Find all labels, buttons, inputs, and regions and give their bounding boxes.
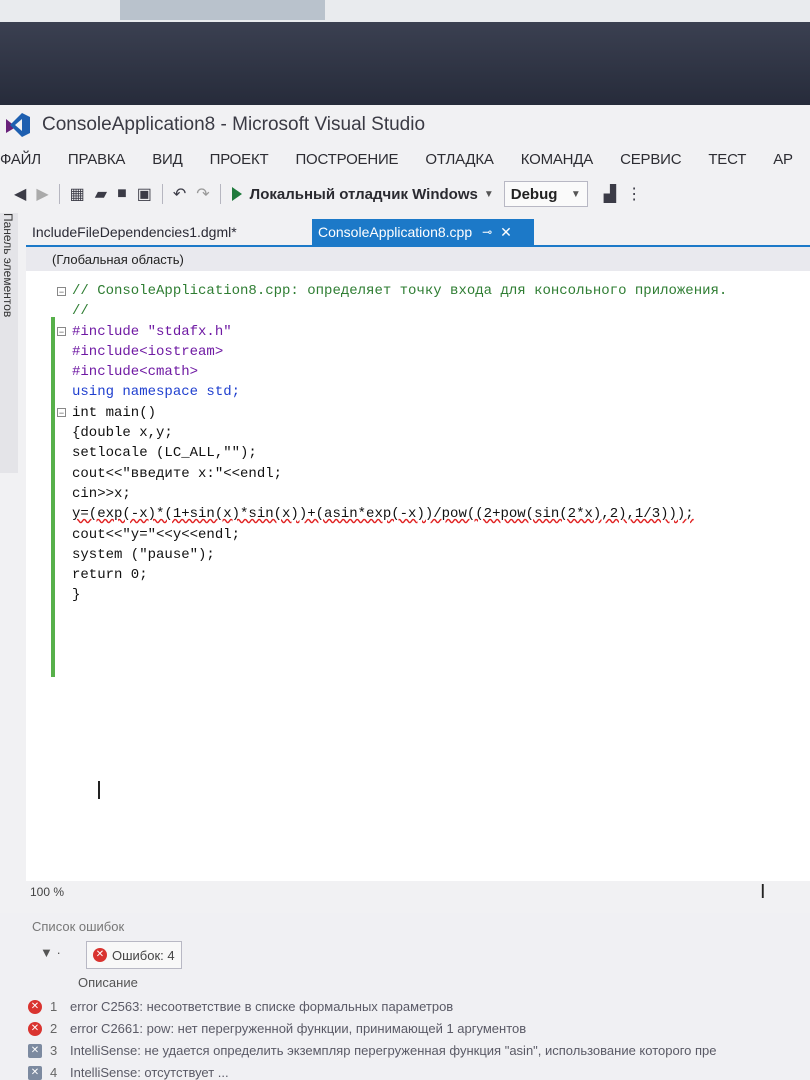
code-line: setlocale (LC_ALL,""); [72,445,257,462]
error-row[interactable]: ✕ 2 error C2661: pow: нет перегруженной … [28,1021,526,1036]
toolbar-overflow-icon[interactable]: ⋮ [626,184,642,204]
start-debugging-button[interactable]: Локальный отладчик Windows ▼ [231,185,494,203]
code-line: } [72,587,81,604]
fold-toggle-icon[interactable]: − [57,408,66,418]
error-list-panel: Список ошибок ▼ · ✕ Ошибок: 4 Описание ✕… [0,913,810,1080]
title-bar: ConsoleApplication8 - Microsoft Visual S… [0,105,810,145]
error-description: error C2563: несоответствие в списке фор… [70,999,454,1014]
navigation-bar: (Глобальная область) [26,247,810,271]
menu-view[interactable]: ВИД [152,151,183,168]
open-file-icon[interactable]: ▰ [95,184,107,204]
photo-window-reflection [120,0,325,20]
configuration-value: Debug [510,185,558,203]
row-number: 2 [50,1021,58,1036]
tab-label: ConsoleApplication8.cpp [318,224,473,240]
code-line: system ("pause"); [72,546,215,563]
monitor-bezel [0,22,810,110]
code-line: int main() [72,404,157,421]
menu-debug[interactable]: ОТЛАДКА [425,151,494,168]
code-line: cout<<"введите x:"<<endl; [72,465,283,482]
standard-toolbar: ◀ ▶ ▦ ▰ ■ ▣ ↶ ↷ Локальный отладчик Windo… [0,175,810,213]
change-tracking-bar [51,317,55,677]
undo-icon[interactable]: ↶ [173,184,186,204]
error-description: IntelliSense: не удается определить экзе… [70,1043,717,1058]
code-line: // ConsoleApplication8.cpp: определяет т… [72,283,728,299]
row-number: 4 [50,1065,58,1080]
redo-icon[interactable]: ↷ [196,184,209,204]
menu-build[interactable]: ПОСТРОЕНИЕ [295,151,398,168]
error-count-label: Ошибок: 4 [112,947,175,963]
toolbar-separator [219,184,221,204]
code-line-with-error: y=(exp(-x)*(1+sin(x)*sin(x))+(asin*exp(-… [72,506,694,523]
chevron-down-icon: ▼ [483,188,494,200]
code-line: cout<<"y="<<y<<endl; [72,526,241,543]
menu-edit[interactable]: ПРАВКА [68,151,126,168]
error-icon: ✕ [28,1021,42,1036]
back-icon[interactable]: ◀ [14,184,26,204]
error-row[interactable]: ✕ 1 error C2563: несоответствие в списке… [28,999,453,1014]
save-all-icon[interactable]: ▣ [137,184,152,204]
code-line: #include "stdafx.h" [72,323,232,340]
tab-dgml[interactable]: IncludeFileDependencies1.dgml* [26,219,243,245]
new-project-icon[interactable]: ▦ [70,184,85,204]
error-row[interactable]: ✕ 4 IntelliSense: отсутствует ... [28,1065,229,1080]
mouse-ibeam-cursor-icon: I [760,881,766,903]
code-line: return 0; [72,567,148,584]
code-text[interactable]: // ConsoleApplication8.cpp: определяет т… [72,281,727,606]
code-editor[interactable]: − − − // ConsoleApplication8.cpp: опреде… [26,271,810,881]
code-line: // [72,303,89,320]
errors-filter-button[interactable]: ✕ Ошибок: 4 [86,941,182,969]
intellisense-error-icon: ✕ [28,1065,42,1080]
pin-icon[interactable]: ⊸ [482,225,492,239]
menu-team[interactable]: КОМАНДА [521,151,594,168]
find-in-files-icon[interactable]: ▟ [604,184,616,204]
tab-label: IncludeFileDependencies1.dgml* [32,224,237,240]
document-tabs: IncludeFileDependencies1.dgml* ConsoleAp… [26,219,810,245]
error-list-title: Список ошибок [32,919,125,934]
debugger-target-label: Локальный отладчик Windows [249,185,478,203]
code-line: {double x,y; [72,425,173,442]
toolbar-separator [58,184,60,204]
filter-icon[interactable]: ▼ · [40,945,61,960]
code-line: cin>>x; [72,485,131,502]
error-description: IntelliSense: отсутствует ... [70,1065,229,1080]
save-icon[interactable]: ■ [117,185,127,203]
text-caret [98,781,100,799]
fold-toggle-icon[interactable]: − [57,287,66,297]
fold-toggle-icon[interactable]: − [57,327,66,337]
code-line: using namespace std; [72,384,241,401]
close-icon[interactable]: ✕ [500,224,512,241]
menu-file[interactable]: ФАЙЛ [0,151,41,168]
error-icon: ✕ [93,948,107,962]
code-line: #include<iostream> [72,343,224,360]
error-icon: ✕ [28,999,42,1014]
window-title: ConsoleApplication8 - Microsoft Visual S… [42,114,426,135]
row-number: 3 [50,1043,58,1058]
menu-tools[interactable]: СЕРВИС [620,151,681,168]
zoom-level[interactable]: 100 % [30,885,64,899]
visual-studio-logo-icon [6,113,30,137]
menu-test[interactable]: ТЕСТ [708,151,746,168]
column-header-description[interactable]: Описание [78,975,138,990]
code-line: #include<cmath> [72,364,199,381]
toolbox-tab-label: Панель элементов [1,213,15,318]
scope-dropdown[interactable]: (Глобальная область) [52,252,184,267]
toolbar-separator [161,184,163,204]
intellisense-error-icon: ✕ [28,1043,42,1058]
menu-project[interactable]: ПРОЕКТ [210,151,269,168]
play-icon [231,187,242,201]
error-row[interactable]: ✕ 3 IntelliSense: не удается определить … [28,1043,717,1058]
menu-architecture[interactable]: АР [773,151,793,168]
forward-icon[interactable]: ▶ [36,184,48,204]
row-number: 1 [50,999,58,1014]
visual-studio-window: ConsoleApplication8 - Microsoft Visual S… [0,105,810,1080]
error-description: error C2661: pow: нет перегруженной функ… [70,1021,527,1036]
solution-configuration-select[interactable]: Debug ▼ [503,181,588,207]
menu-bar: ФАЙЛ ПРАВКА ВИД ПРОЕКТ ПОСТРОЕНИЕ ОТЛАДК… [0,145,810,173]
tab-cpp[interactable]: ConsoleApplication8.cpp ⊸ ✕ [312,219,534,245]
chevron-down-icon: ▼ [570,188,581,200]
